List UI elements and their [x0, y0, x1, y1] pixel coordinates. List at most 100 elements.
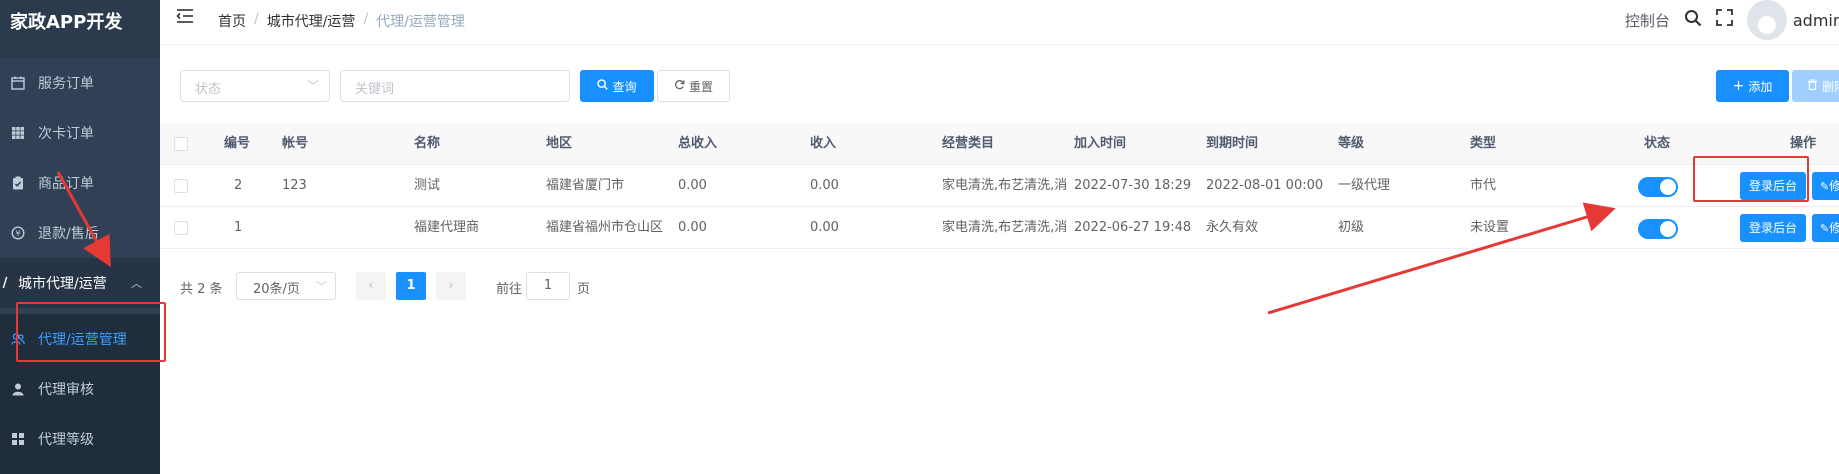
- pagination-total: 共 2 条: [180, 282, 223, 297]
- sidebar-item-product-orders[interactable]: 商品订单: [0, 158, 160, 208]
- breadcrumb-home[interactable]: 首页: [218, 11, 246, 31]
- status-toggle[interactable]: [1638, 219, 1678, 239]
- refresh-icon: [674, 79, 685, 93]
- clipboard-check-icon: [10, 175, 26, 191]
- console-link[interactable]: 控制台: [1625, 10, 1670, 31]
- edit-button[interactable]: ✎修: [1812, 214, 1839, 242]
- page-size-select[interactable]: 20条/页 ﹀: [236, 272, 336, 300]
- cell-total-income: 0.00: [678, 178, 707, 193]
- next-page-button[interactable]: ›: [436, 272, 466, 300]
- sidebar-item-agent-level[interactable]: 代理等级: [0, 414, 160, 464]
- row-checkbox[interactable]: [174, 221, 188, 235]
- breadcrumb-city-agent[interactable]: 城市代理/运营: [267, 11, 356, 31]
- apps-icon: [10, 431, 26, 447]
- page-number-current[interactable]: 1: [396, 272, 426, 300]
- sidebar-item-service-orders[interactable]: 服务订单: [0, 58, 160, 108]
- sidebar-item-label: 代理等级: [38, 432, 94, 448]
- goto-prefix: 前往: [496, 282, 523, 297]
- column-header-total-income: 总收入: [678, 136, 718, 151]
- delete-button[interactable]: 删除: [1792, 70, 1839, 102]
- reset-button[interactable]: 重置: [657, 70, 730, 102]
- cell-type: 未设置: [1470, 220, 1510, 235]
- avatar[interactable]: [1746, 0, 1787, 40]
- cell-type: 市代: [1470, 178, 1497, 193]
- breadcrumb-separator: /: [363, 11, 369, 27]
- cell-income: 0.00: [810, 178, 839, 193]
- row-checkbox[interactable]: [174, 179, 188, 193]
- breadcrumb: 首页 / 城市代理/运营 / 代理/运营管理: [218, 11, 465, 31]
- cell-region: 福建省福州市仓山区: [546, 220, 664, 235]
- search-button[interactable]: 查询: [580, 70, 654, 102]
- chevron-down-icon: ﹀: [316, 280, 327, 293]
- sidebar-item-refund[interactable]: ¥ 退款/售后: [0, 208, 160, 258]
- menu-fold-icon[interactable]: [176, 8, 194, 29]
- fullscreen-icon[interactable]: [1715, 9, 1733, 31]
- calendar-icon: [10, 75, 26, 91]
- cell-account: 123: [282, 178, 307, 193]
- select-all-checkbox[interactable]: [174, 137, 188, 151]
- cell-expires: 永久有效: [1206, 220, 1259, 235]
- cell-category: 家电清洗,布艺清洗,消: [942, 220, 1066, 235]
- edit-button[interactable]: ✎修: [1812, 172, 1839, 200]
- breadcrumb-current: 代理/运营管理: [376, 14, 465, 30]
- column-header-type: 类型: [1470, 136, 1497, 151]
- table-row: 1 福建代理商 福建省福州市仓山区 0.00 0.00 家电清洗,布艺清洗,消 …: [160, 207, 1839, 249]
- table-header: 编号 帐号 名称 地区 总收入 收入 经营类目 加入时间 到期时间 等级 类型 …: [160, 123, 1839, 165]
- goto-page-input[interactable]: 1: [526, 272, 570, 300]
- add-button-label: 添加: [1748, 79, 1773, 94]
- cell-region: 福建省厦门市: [546, 178, 625, 193]
- sidebar-item-label: 服务订单: [38, 76, 94, 92]
- search-icon: [597, 79, 609, 93]
- sidebar-item-label: 退款/售后: [38, 226, 99, 242]
- column-header-status: 状态: [1644, 136, 1671, 151]
- sidebar-group-city-agent[interactable]: / 城市代理/运营 ︿: [0, 258, 160, 308]
- chevron-down-icon: ﹀: [306, 79, 319, 93]
- sidebar-item-agent-review[interactable]: 代理审核: [0, 364, 160, 414]
- top-navbar: 首页 / 城市代理/运营 / 代理/运营管理 控制台 admin: [160, 0, 1839, 45]
- refund-icon: ¥: [10, 225, 26, 241]
- column-header-id: 编号: [224, 136, 251, 151]
- cell-joined: 2022-06-27 19:48: [1074, 220, 1192, 235]
- cell-level: 初级: [1338, 220, 1365, 235]
- chevron-right-icon: /: [2, 275, 8, 291]
- cell-income: 0.00: [810, 220, 839, 235]
- edit-icon: ✎: [1820, 222, 1830, 235]
- sidebar-group-label: 城市代理/运营: [18, 276, 107, 292]
- column-header-joined: 加入时间: [1074, 136, 1127, 151]
- sidebar-item-label: 次卡订单: [38, 126, 94, 142]
- annotation-box-login: [1693, 156, 1809, 202]
- goto-suffix: 页: [577, 282, 591, 297]
- status-select[interactable]: 状态 ﹀: [180, 70, 330, 102]
- login-backend-button[interactable]: 登录后台: [1740, 214, 1806, 242]
- column-header-account: 帐号: [282, 136, 309, 151]
- column-header-region: 地区: [546, 136, 573, 151]
- cell-category: 家电清洗,布艺清洗,消: [942, 178, 1066, 193]
- prev-page-button[interactable]: ‹: [356, 272, 386, 300]
- annotation-box-sidebar: [16, 302, 166, 362]
- keyword-input[interactable]: 关键词: [340, 70, 570, 102]
- status-toggle[interactable]: [1638, 177, 1678, 197]
- cell-joined: 2022-07-30 18:29: [1074, 178, 1192, 193]
- header-actions: 控制台 admin: [1625, 0, 1839, 40]
- plus-icon: +: [1732, 78, 1745, 94]
- table-row: 2 123 测试 福建省厦门市 0.00 0.00 家电清洗,布艺清洗,消 20…: [160, 165, 1839, 207]
- sidebar-item-label: 代理审核: [38, 382, 94, 398]
- search-icon[interactable]: [1684, 9, 1702, 32]
- add-button[interactable]: + 添加: [1716, 70, 1789, 102]
- user-name[interactable]: admin: [1793, 11, 1839, 30]
- column-header-name: 名称: [414, 136, 441, 151]
- search-button-label: 查询: [612, 79, 637, 94]
- cell-name: 测试: [414, 178, 441, 193]
- sidebar-item-label: 商品订单: [38, 176, 94, 192]
- edit-button-label: 修: [1829, 179, 1839, 193]
- delete-button-label: 删除: [1822, 79, 1839, 94]
- reset-button-label: 重置: [688, 79, 713, 94]
- column-header-level: 等级: [1338, 136, 1365, 151]
- cell-name: 福建代理商: [414, 220, 480, 235]
- sidebar-item-card-orders[interactable]: 次卡订单: [0, 108, 160, 158]
- svg-text:¥: ¥: [15, 229, 20, 238]
- breadcrumb-separator: /: [254, 11, 259, 27]
- keyword-input-placeholder: 关键词: [355, 82, 395, 97]
- page-size-value: 20条/页: [253, 282, 300, 297]
- app-title: 家政APP开发: [0, 0, 160, 58]
